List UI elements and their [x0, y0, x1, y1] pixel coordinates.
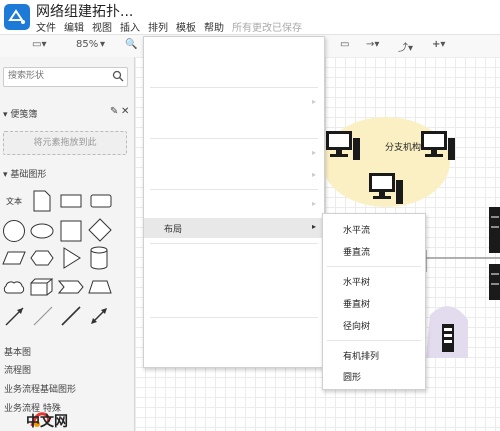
thick-line-shape[interactable]	[60, 305, 82, 327]
layout-horizontal-tree[interactable]: 水平树	[343, 275, 370, 288]
note-shape[interactable]	[33, 190, 51, 212]
shape-icon[interactable]: ▭	[340, 39, 349, 50]
submenu-arrow-icon: ▸	[311, 148, 316, 157]
document-title[interactable]: 网络组建拓扑...	[36, 1, 133, 21]
network-zone[interactable]	[420, 300, 470, 360]
menu-item-5[interactable]: ▸	[144, 144, 324, 164]
network-link-line	[424, 250, 500, 272]
zoom-dropdown-icon[interactable]: ▾	[100, 39, 105, 50]
search-icon[interactable]	[112, 70, 124, 82]
submenu-arrow-icon: ▸	[311, 199, 316, 208]
menu-view[interactable]: 视图	[92, 19, 112, 34]
desktop-computer-icon[interactable]	[420, 130, 456, 162]
submenu-arrow-icon: ▸	[311, 170, 316, 179]
triangle-shape[interactable]	[62, 247, 82, 269]
edit-icon[interactable]: ✎	[110, 106, 118, 117]
menu-separator	[150, 189, 318, 190]
arrow-line-shape[interactable]	[4, 305, 26, 327]
menu-item-3[interactable]: ▸	[144, 93, 324, 113]
collapse-icon: ▾	[3, 170, 8, 180]
collapse-icon: ▾	[3, 110, 8, 120]
menu-item-1[interactable]	[144, 42, 324, 62]
hexagon-shape[interactable]	[30, 250, 54, 266]
square-shape[interactable]	[60, 220, 82, 242]
menu-separator	[327, 266, 421, 267]
diamond-shape[interactable]	[88, 218, 112, 242]
menu-template[interactable]: 模板	[176, 19, 196, 34]
library-bpmn-general[interactable]: 业务流程基础图形	[4, 382, 76, 395]
menu-item-7[interactable]: ▸	[144, 195, 324, 215]
layout-submenu: 水平流 垂直流 水平树 垂直树 径向树 有机排列 圆形	[322, 213, 426, 390]
rectangle-shape[interactable]	[60, 194, 82, 208]
layout-circle[interactable]: 圆形	[343, 370, 361, 383]
branch-office-label[interactable]: 分支机构	[385, 140, 421, 153]
app-logo	[4, 4, 30, 30]
cloud-shape[interactable]	[2, 279, 26, 295]
layout-radial-tree[interactable]: 径向树	[343, 319, 370, 332]
layout-vertical-flow[interactable]: 垂直流	[343, 245, 370, 258]
scratchpad-drop-area[interactable]: 将元素拖放到此	[3, 131, 127, 155]
diagram-logo-icon	[8, 9, 25, 24]
parallelogram-shape[interactable]	[2, 251, 26, 265]
menu-item-12[interactable]	[144, 345, 324, 365]
desktop-computer-icon[interactable]	[368, 172, 404, 208]
double-arrow-shape[interactable]	[88, 305, 110, 327]
cube-shape[interactable]	[30, 278, 54, 296]
menu-separator	[150, 138, 318, 139]
scratchpad-header[interactable]: ▾ 便笺簿	[3, 107, 37, 120]
menu-help[interactable]: 帮助	[204, 19, 224, 34]
connector-icon[interactable]: →▾	[366, 39, 379, 50]
server-icon[interactable]	[488, 205, 500, 255]
menu-item-4[interactable]	[144, 115, 324, 135]
menu-separator	[150, 243, 318, 244]
text-shape[interactable]: 文本	[6, 196, 22, 207]
arrange-menu: ▸ ▸ ▸ ▸ 布局 ▸	[143, 36, 325, 368]
save-status: 所有更改已保存	[232, 23, 302, 34]
search-input[interactable]	[4, 68, 108, 84]
menu-insert[interactable]: 插入	[120, 19, 140, 34]
library-flowchart[interactable]: 流程图	[4, 363, 31, 376]
library-basic[interactable]: 基本图	[4, 345, 31, 358]
shape-search[interactable]	[3, 67, 128, 87]
menu-edit[interactable]: 编辑	[64, 19, 84, 34]
shape-sidebar: ▾ 便笺簿 ✎ ✕ 将元素拖放到此 ▾ 基础图形 文本 基本图 流程图	[0, 57, 135, 431]
cylinder-shape[interactable]	[90, 246, 108, 270]
menu-bar: 文件 编辑 视图 插入 排列 模板 帮助 所有更改已保存	[36, 19, 302, 34]
submenu-arrow-icon: ▸	[311, 97, 316, 106]
menu-file[interactable]: 文件	[36, 19, 56, 34]
menu-item-9[interactable]	[144, 271, 324, 291]
watermark-text: 中文网	[26, 414, 68, 430]
menu-item-6[interactable]: ▸	[144, 166, 324, 186]
menu-item-8[interactable]	[144, 249, 324, 269]
line-shape[interactable]	[32, 305, 54, 327]
close-icon[interactable]: ✕	[121, 106, 129, 117]
submenu-arrow-icon: ▸	[311, 222, 316, 231]
menu-separator	[327, 340, 421, 341]
page-view-icon[interactable]: ▭▾	[32, 39, 46, 50]
trapezoid-shape[interactable]	[88, 280, 112, 294]
general-shapes-header[interactable]: ▾ 基础图形	[3, 167, 46, 180]
menu-item-11[interactable]	[144, 323, 324, 343]
menu-item-layout[interactable]: 布局 ▸	[144, 218, 324, 238]
layout-vertical-tree[interactable]: 垂直树	[343, 297, 370, 310]
waypoint-icon[interactable]: ⤴▾	[398, 39, 413, 54]
zoom-level[interactable]: 85%	[76, 39, 98, 50]
layout-horizontal-flow[interactable]: 水平流	[343, 223, 370, 236]
menu-item-2[interactable]	[144, 64, 324, 84]
rounded-rectangle-shape[interactable]	[90, 194, 112, 208]
menu-arrange[interactable]: 排列	[148, 19, 168, 34]
zoom-in-icon[interactable]: 🔍	[125, 39, 137, 50]
desktop-computer-icon[interactable]	[325, 130, 361, 162]
insert-icon[interactable]: +▾	[432, 39, 445, 50]
menu-separator	[150, 87, 318, 88]
ellipse-shape[interactable]	[30, 223, 54, 239]
step-shape[interactable]	[58, 280, 84, 294]
general-shapes-title: 基础图形	[10, 170, 47, 180]
circle-shape[interactable]	[2, 219, 26, 243]
menu-separator	[150, 317, 318, 318]
layout-organic[interactable]: 有机排列	[343, 349, 379, 362]
scratchpad-title: 便笺簿	[10, 110, 38, 120]
menu-item-10[interactable]	[144, 293, 324, 313]
